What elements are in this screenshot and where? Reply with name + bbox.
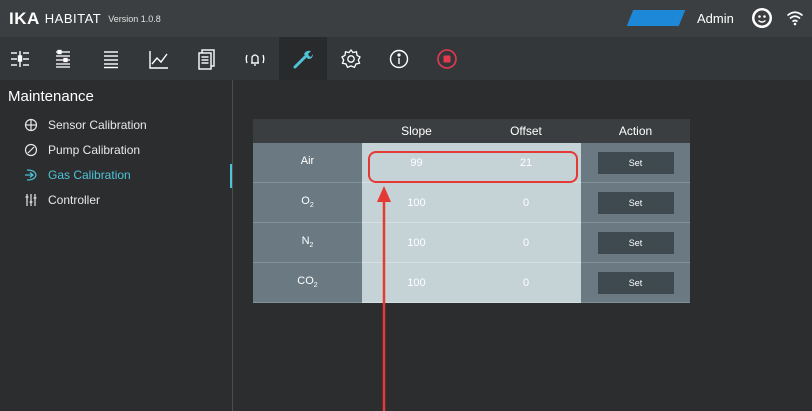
- alarm-icon: [245, 53, 265, 66]
- sidebar-item-controller[interactable]: Controller: [0, 189, 232, 211]
- table-header-row: Slope Offset Action: [253, 119, 690, 143]
- table-row: N2 100 0 Set: [253, 223, 690, 263]
- sidebar-item-sensor-calibration[interactable]: Sensor Calibration: [0, 114, 232, 136]
- offset-value[interactable]: 0: [471, 263, 581, 303]
- user-avatar-icon[interactable]: [751, 7, 773, 29]
- gas-name: Air: [300, 155, 315, 168]
- sidebar-item-label: Pump Calibration: [48, 143, 141, 157]
- table-row: O2 100 0 Set: [253, 183, 690, 223]
- gas-name: N: [301, 235, 310, 248]
- brand-logo: IKA: [9, 8, 40, 28]
- sidebar: Maintenance Sensor Calibration Pump Cali…: [0, 80, 232, 411]
- tool-settings[interactable]: [327, 37, 375, 80]
- sidebar-item-pump-calibration[interactable]: Pump Calibration: [0, 139, 232, 161]
- tool-sliders[interactable]: [0, 37, 39, 80]
- tool-reports[interactable]: [183, 37, 231, 80]
- column-header-slope: Slope: [362, 119, 471, 143]
- set-button[interactable]: Set: [597, 191, 674, 214]
- gas-name: O: [301, 195, 310, 208]
- set-button[interactable]: Set: [597, 151, 674, 174]
- tool-alarms[interactable]: [231, 37, 279, 80]
- gear-icon: [341, 48, 361, 68]
- offset-value[interactable]: 0: [471, 223, 581, 263]
- gas-name-cell: O2: [253, 183, 362, 223]
- version-label: Version 1.0.8: [108, 13, 161, 24]
- crosshair-icon: [24, 118, 38, 132]
- controller-sliders-icon: [24, 193, 38, 207]
- gauge-icon: [24, 143, 38, 157]
- gas-subscript: 2: [309, 242, 314, 250]
- action-cell: Set: [581, 143, 690, 183]
- set-button[interactable]: Set: [597, 231, 674, 254]
- column-header-gas: [253, 119, 362, 143]
- annotation-arrow: [377, 186, 391, 411]
- column-header-offset: Offset: [471, 119, 581, 143]
- report-icon: [198, 48, 215, 70]
- sidebar-item-label: Sensor Calibration: [48, 118, 147, 132]
- gas-inlet-icon: [24, 168, 38, 182]
- gas-name-cell: Air: [253, 143, 362, 183]
- action-cell: Set: [581, 183, 690, 223]
- gas-subscript: 2: [309, 202, 314, 210]
- chart-icon: [149, 50, 168, 69]
- sidebar-title: Maintenance: [8, 88, 94, 105]
- stop-icon: [437, 48, 457, 69]
- wifi-icon: [786, 11, 804, 26]
- active-item-marker: [230, 164, 232, 188]
- tool-maintenance[interactable]: [279, 37, 327, 80]
- wrench-icon: [293, 50, 313, 68]
- sliders-icon: [10, 50, 29, 67]
- table-row: CO2 100 0 Set: [253, 263, 690, 303]
- offset-value[interactable]: 0: [471, 183, 581, 223]
- connection-status-indicator: [626, 10, 686, 26]
- tool-stop[interactable]: [423, 37, 471, 80]
- gas-subscript: 2: [313, 282, 318, 290]
- tool-list[interactable]: [87, 37, 135, 80]
- info-icon: [389, 49, 409, 68]
- sidebar-item-gas-calibration[interactable]: Gas Calibration: [0, 164, 232, 186]
- gas-name-cell: CO2: [253, 263, 362, 303]
- gas-name-cell: N2: [253, 223, 362, 263]
- main-toolbar: [0, 37, 812, 80]
- action-cell: Set: [581, 223, 690, 263]
- set-button[interactable]: Set: [597, 271, 674, 294]
- highlight-box: [368, 151, 578, 183]
- sidebar-divider: [232, 80, 233, 411]
- tool-control-panel[interactable]: [39, 37, 87, 80]
- gas-calibration-table: Slope Offset Action Air 99 21 Set O2 100…: [253, 119, 690, 303]
- brand-name: HABITAT: [44, 11, 102, 26]
- sidebar-item-label: Controller: [48, 193, 101, 207]
- tool-chart[interactable]: [135, 37, 183, 80]
- user-label: Admin: [697, 11, 734, 26]
- list-icon: [104, 50, 118, 68]
- column-header-action: Action: [581, 119, 690, 143]
- action-cell: Set: [581, 263, 690, 303]
- sidebar-item-label: Gas Calibration: [48, 168, 131, 182]
- gas-name: CO: [297, 275, 314, 288]
- tool-info[interactable]: [375, 37, 423, 80]
- control-panel-icon: [56, 49, 70, 68]
- title-bar: IKA HABITAT Version 1.0.8 Admin: [0, 0, 812, 37]
- app-window: IKA HABITAT Version 1.0.8 Admin Maintena…: [0, 0, 812, 411]
